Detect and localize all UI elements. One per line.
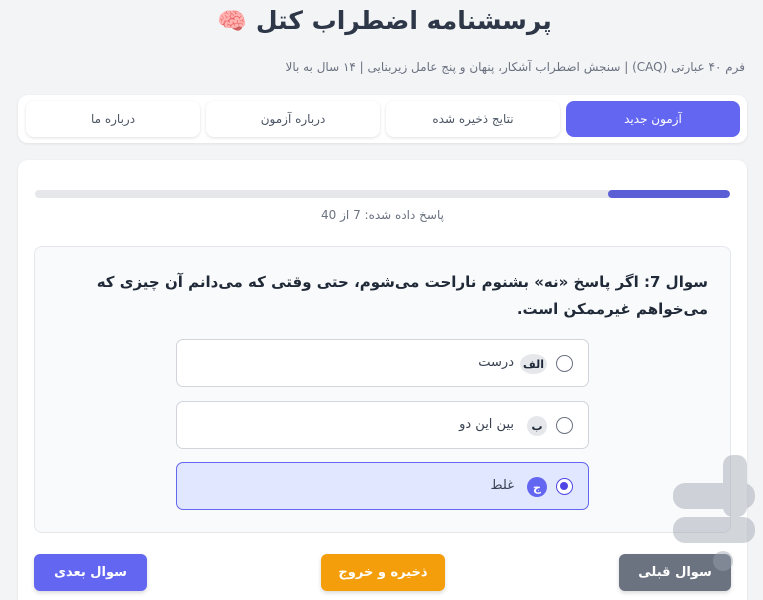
option-badge: الف — [519, 354, 547, 374]
question-box: سوال 7: اگر پاسخ «نه» بشنوم ناراحت می‌شو… — [34, 246, 731, 533]
option-badge: ب — [527, 416, 547, 436]
progress-fill — [608, 190, 730, 198]
option-label: بین این دو — [459, 417, 514, 432]
app-title: پرسشنامه اضطراب کتل — [255, 6, 552, 35]
tab-bar: آزمون جدید نتایج ذخیره شده درباره آزمون … — [18, 95, 747, 143]
tab-about-test[interactable]: درباره آزمون — [206, 101, 380, 137]
radio-button[interactable] — [556, 355, 573, 372]
option-badge: ج — [527, 477, 547, 497]
option-a[interactable]: الف درست — [176, 339, 589, 387]
previous-question-button[interactable]: سوال قبلی — [619, 554, 731, 591]
radio-button[interactable] — [556, 417, 573, 434]
page-title: پرسشنامه اضطراب کتل 🧠 — [0, 4, 763, 38]
question-text: سوال 7: اگر پاسخ «نه» بشنوم ناراحت می‌شو… — [96, 273, 708, 318]
next-question-button[interactable]: سوال بعدی — [34, 554, 147, 591]
brain-icon: 🧠 — [217, 7, 248, 35]
question-card: پاسخ داده شده: 7 از 40 سوال 7: اگر پاسخ … — [18, 160, 747, 600]
option-label: غلط — [490, 478, 514, 493]
tab-about-us[interactable]: درباره ما — [26, 101, 200, 137]
option-label: درست — [478, 355, 514, 370]
save-and-exit-button[interactable]: ذخیره و خروج — [321, 554, 445, 591]
progress-bar — [35, 190, 730, 198]
progress-text: پاسخ داده شده: 7 از 40 — [321, 208, 444, 222]
option-c[interactable]: ج غلط — [176, 462, 589, 510]
tab-saved-results[interactable]: نتایج ذخیره شده — [386, 101, 560, 137]
tab-new-test[interactable]: آزمون جدید — [566, 101, 740, 137]
radio-button-selected[interactable] — [556, 478, 573, 495]
option-b[interactable]: ب بین این دو — [176, 401, 589, 449]
page-subtitle: فرم ۴۰ عبارتی (CAQ) | سنجش اضطراب آشکار،… — [285, 60, 745, 74]
